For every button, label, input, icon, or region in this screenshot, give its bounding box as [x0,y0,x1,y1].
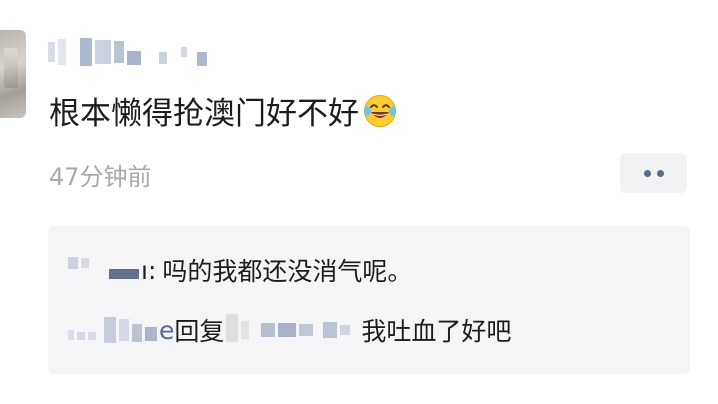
commenter-name[interactable]: ı: [68,256,156,285]
moments-post: 根本懒得抢澳门好不好 47分钟前 ı: 吗的我都还没消气呢。 e 回复 我吐血了… [0,0,718,404]
post-timestamp: 47分钟前 [49,163,152,191]
post-text-content: 根本懒得抢澳门好不好 [49,96,359,132]
comment-item[interactable]: e 回复 我吐血了好吧 [68,308,511,352]
more-dots-icon [643,169,651,177]
comment-text: 吗的我都还没消气呢。 [162,257,413,286]
author-name-pixelated[interactable] [48,34,218,70]
commenter-name-suffix: ı: [141,255,157,285]
reply-target-name[interactable] [226,314,353,342]
comment-section: ı: 吗的我都还没消气呢。 e 回复 我吐血了好吧 [48,226,690,374]
post-text: 根本懒得抢澳门好不好 [49,88,397,133]
avatar[interactable] [0,30,26,118]
more-button[interactable] [620,153,687,193]
commenter-name-suffix: e [159,315,175,345]
tears-of-joy-emoji [363,94,397,128]
reply-label: 回复 [174,317,225,346]
comment-item[interactable]: ı: 吗的我都还没消气呢。 [68,250,412,290]
comment-text: 我吐血了好吧 [361,317,512,346]
commenter-name[interactable]: e [68,316,174,345]
more-dots-icon-dot [656,169,664,177]
